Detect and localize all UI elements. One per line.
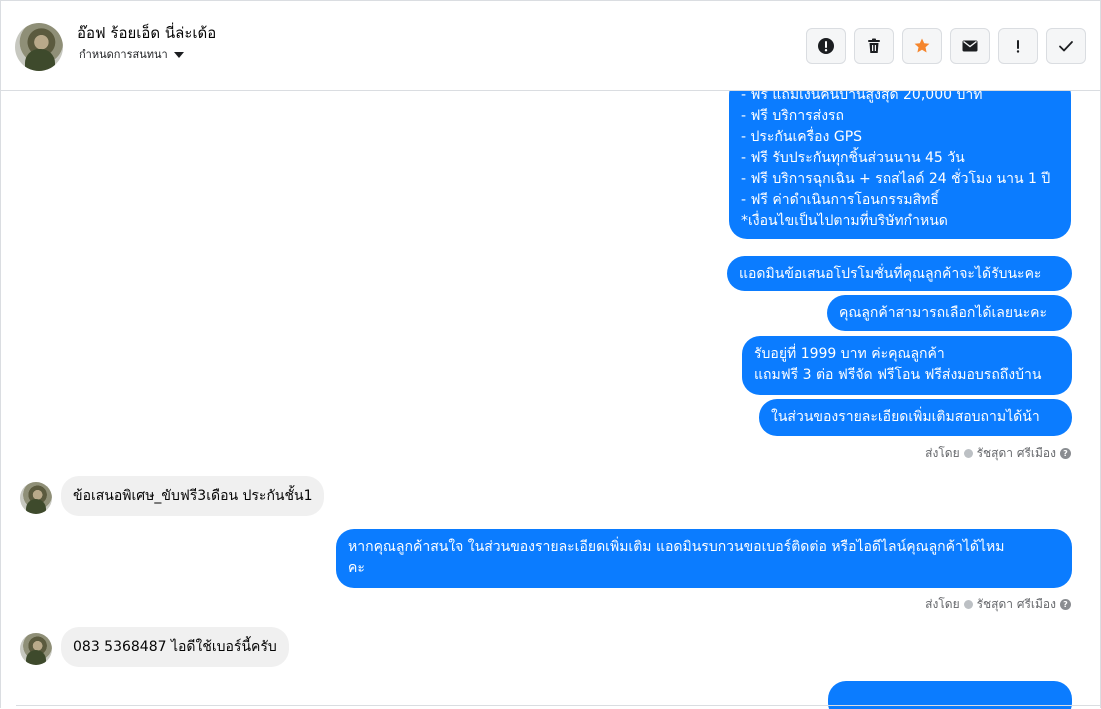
- contact-name[interactable]: อ๊อฟ ร้อยเอ็ด นี่ล่ะเด้อ: [77, 23, 216, 43]
- sent-by-info: ส่งโดย รัชสุดา ศรีเมือง ?: [925, 444, 1071, 463]
- help-icon[interactable]: ?: [1060, 448, 1071, 459]
- outgoing-message: หากคุณลูกค้าสนใจ ในส่วนของรายละเอียดเพิ่…: [336, 529, 1072, 588]
- contact-avatar-small: [20, 482, 52, 514]
- conversation-header: อ๊อฟ ร้อยเอ็ด นี่ล่ะเด้อ กำหนดการสนทนา: [1, 1, 1100, 91]
- contact-avatar-small: [20, 633, 52, 665]
- sent-by-name: รัชสุดา ศรีเมือง: [976, 597, 1056, 611]
- spam-button[interactable]: [998, 28, 1038, 64]
- message-thread[interactable]: - ฟรี แถมเงินคืนบ้านสูงสุด 20,000 บาท - …: [1, 91, 1100, 709]
- action-toolbar: [806, 28, 1086, 64]
- sent-by-name: รัชสุดา ศรีเมือง: [976, 446, 1056, 460]
- outgoing-message: ในส่วนของรายละเอียดเพิ่มเติมสอบถามได้น้า: [759, 399, 1072, 436]
- sent-by-info: ส่งโดย รัชสุดา ศรีเมือง ?: [925, 595, 1071, 614]
- mark-unread-button[interactable]: [950, 28, 990, 64]
- report-button[interactable]: [806, 28, 846, 64]
- sent-by-label: ส่งโดย: [925, 597, 960, 611]
- composer-divider: [16, 705, 1101, 706]
- outgoing-message: รับอยู่ที่ 1999 บาท ค่ะคุณลูกค้า แถมฟรี …: [742, 336, 1072, 395]
- assign-conversation-dropdown[interactable]: กำหนดการสนทนา: [79, 47, 184, 63]
- envelope-icon: [962, 40, 978, 52]
- help-icon[interactable]: ?: [1060, 599, 1071, 610]
- trash-icon: [868, 38, 880, 53]
- exclamation-circle-icon: [818, 38, 834, 54]
- exclamation-icon: [1016, 40, 1020, 53]
- outgoing-message: คุณลูกค้าสามารถเลือกได้เลยนะคะ: [827, 295, 1072, 331]
- verified-check-icon: [963, 600, 973, 609]
- checkmark-icon: [1059, 41, 1073, 52]
- mark-done-button[interactable]: [1046, 28, 1086, 64]
- star-button[interactable]: [902, 28, 942, 64]
- assign-label: กำหนดการสนทนา: [79, 48, 168, 61]
- caret-down-icon: [173, 52, 184, 58]
- sent-by-label: ส่งโดย: [925, 446, 960, 460]
- verified-check-icon: [963, 449, 973, 458]
- contact-avatar[interactable]: [15, 23, 63, 71]
- incoming-message: ข้อเสนอพิเศษ_ขับฟรี3เดือน ประกันชั้น1: [61, 476, 325, 516]
- outgoing-message: - ฟรี แถมเงินคืนบ้านสูงสุด 20,000 บาท - …: [729, 91, 1071, 239]
- incoming-message: 083 5368487 ไอดีใช้เบอร์นี้ครับ: [61, 627, 289, 667]
- delete-button[interactable]: [854, 28, 894, 64]
- star-icon: [914, 38, 930, 53]
- outgoing-message: แอดมินข้อเสนอโปรโมชั่นที่คุณลูกค้าจะได้ร…: [727, 256, 1072, 291]
